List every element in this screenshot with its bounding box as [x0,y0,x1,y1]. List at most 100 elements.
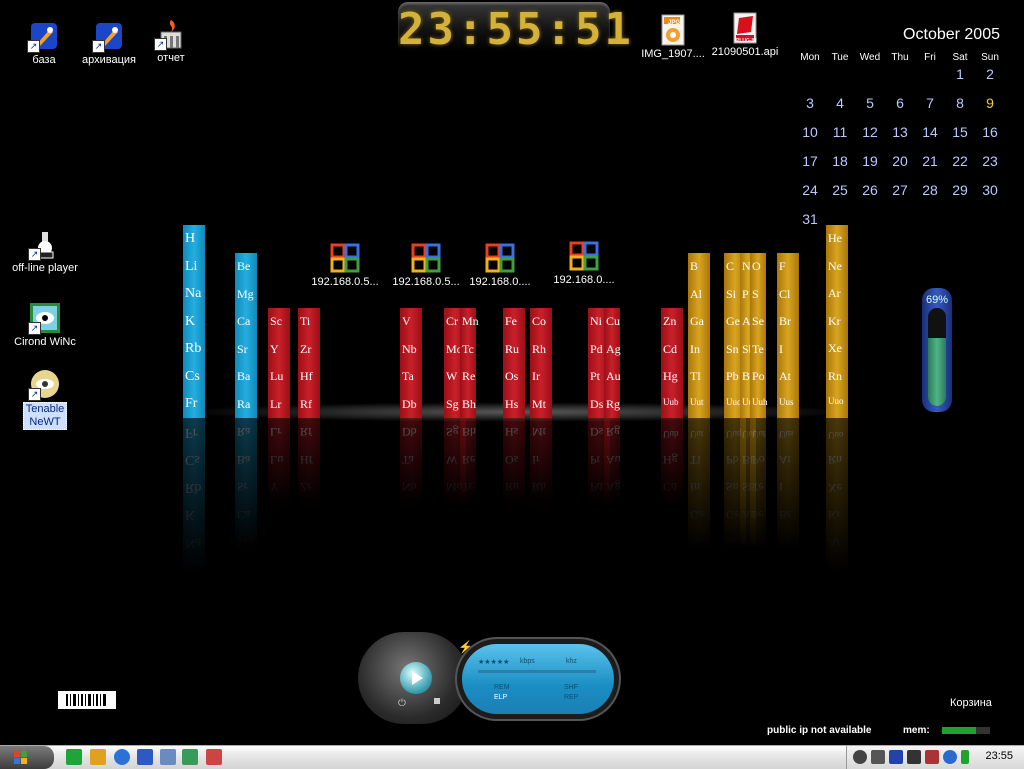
start-button[interactable] [0,746,54,769]
play-button[interactable] [400,662,432,694]
shf-toggle[interactable]: SHF [564,684,578,691]
element-symbol: Ca [237,314,251,328]
media-player-widget[interactable]: ⏻ ⚡ ★★★★★ kbps khz REM ELP SHF REP [358,632,628,724]
player-dial[interactable]: ⏻ [358,632,468,724]
recycle-bin-label[interactable]: Корзина [950,697,992,709]
photo-icon[interactable] [182,749,198,765]
periodic-column[interactable]: Cu Ag Au Rg [604,308,621,418]
k-icon[interactable] [907,750,921,764]
element-symbol-reflection: V [402,508,411,522]
calendar-day[interactable]: 20 [885,153,915,169]
power-icon[interactable]: ⏻ [398,698,406,709]
periodic-column[interactable]: Sc Y Lu Lr [268,308,290,418]
desktop-icon-network-1[interactable]: 192.168.0.5... [309,242,381,289]
periodic-column[interactable]: B Al Ga In Tl Uut [688,253,710,418]
calendar-day[interactable]: 4 [825,95,855,111]
status-icon[interactable] [961,750,969,764]
periodic-column[interactable]: Be Mg Ca Sr Ba Ra [235,253,257,418]
help-icon[interactable] [943,750,957,764]
desktop-icon-api[interactable]: PLUG-IN 21090501.api [710,12,780,59]
periodic-column[interactable]: O S Se Te Po Uuh [750,253,768,418]
calendar-day[interactable]: 24 [795,182,825,198]
calendar-day[interactable]: 1 [945,66,975,82]
calendar-day[interactable]: 3 [795,95,825,111]
network-icon[interactable] [925,750,939,764]
periodic-column[interactable]: Zn Cd Hg Uub [661,308,683,418]
calendar-day[interactable]: 2 [975,66,1005,82]
ie-icon[interactable] [114,749,130,765]
v-icon[interactable] [66,749,82,765]
periodic-column[interactable]: Ti Zr Hf Rf [298,308,320,418]
calendar-widget[interactable]: October 2005 Mon Tue Wed Thu Fri Sat Sun 1 2 3 4 5 6… [790,22,1012,232]
desktop-icon-network-2[interactable]: 192.168.0.5... [390,242,462,289]
rep-toggle[interactable]: REP [564,694,578,701]
volume-icon[interactable] [853,750,867,764]
calendar-day[interactable]: 10 [795,124,825,140]
periodic-column[interactable]: V Nb Ta Db [400,308,422,418]
desktop-icon-img[interactable]: JPG IMG_1907.... [638,14,708,61]
calendar-day[interactable]: 30 [975,182,1005,198]
desktop-icon-label: 192.168.0.5... [392,276,460,288]
speaker-icon[interactable] [871,750,885,764]
calendar-day[interactable]: 23 [975,153,1005,169]
calendar-day[interactable]: 18 [825,153,855,169]
clock-widget[interactable]: 23:55:51 [398,2,631,55]
calendar-day[interactable]: 28 [915,182,945,198]
periodic-column[interactable]: He Ne Ar Kr Xe Rn Uuo [826,225,848,418]
mem-meter-fill [942,727,976,734]
calendar-day[interactable]: 7 [915,95,945,111]
calendar-day[interactable]: 9 [975,95,1005,111]
calendar-day[interactable]: 5 [855,95,885,111]
periodic-column[interactable]: Mn Tc Re Bh [460,308,479,418]
calendar-day[interactable]: 6 [885,95,915,111]
desktop-icon-cirond-winc[interactable]: ↗ Cirond WiNc [10,302,80,349]
kbps-label: kbps [520,658,535,665]
outlook-icon[interactable] [137,749,153,765]
stop-icon[interactable] [434,698,440,704]
calendar-day[interactable]: 31 [795,211,825,227]
calendar-day[interactable]: 8 [945,95,975,111]
calendar-day[interactable]: 26 [855,182,885,198]
calendar-day[interactable]: 12 [855,124,885,140]
desktop-icon-tenable-newt[interactable]: ↗ Tenable NeWT [10,368,80,430]
calendar-day[interactable]: 19 [855,153,885,169]
rating-stars[interactable]: ★★★★★ [478,658,509,666]
desktop-icon-baza[interactable]: ↗ база [9,20,79,67]
elp-toggle[interactable]: ELP [494,694,507,701]
desktop-icon-offline-player[interactable]: ↗ off-line player [10,228,80,275]
gauge-fill [928,338,946,406]
periodic-column[interactable]: H Li Na K Rb Cs Fr [183,225,205,418]
desktop-icon-network-4[interactable]: 192.168.0.... [548,240,620,287]
calendar-day[interactable]: 22 [945,153,975,169]
calendar-day[interactable]: 27 [885,182,915,198]
element-symbol-reflection: Zr [300,480,312,495]
calendar-day[interactable]: 16 [975,124,1005,140]
periodic-column-reflection: F Cl Br I At Uus [777,418,799,583]
element-symbol-reflection: Br [779,508,791,522]
periodic-column[interactable]: F Cl Br I At Uus [777,253,799,418]
desktop-icon-otchet[interactable]: ↗ отчет [136,18,206,65]
calendar-day[interactable]: 25 [825,182,855,198]
element-symbol-reflection: Be [237,563,251,577]
element-symbol-reflection: Ag [606,480,621,495]
calendar-day[interactable]: 29 [945,182,975,198]
calendar-day[interactable]: 15 [945,124,975,140]
rem-toggle[interactable]: REM [494,684,510,691]
periodic-column[interactable]: Co Rh Ir Mt [530,308,552,418]
desktop-icon-arkhivatsiya[interactable]: ↗ архивация [74,20,144,67]
desktop-icon-network-3[interactable]: 192.168.0.... [464,242,536,289]
calendar-day[interactable]: 13 [885,124,915,140]
calendar-day[interactable]: 21 [915,153,945,169]
calendar-day[interactable]: 11 [825,124,855,140]
seek-bar[interactable] [478,670,596,673]
periodic-column[interactable]: Fe Ru Os Hs [503,308,525,418]
battery-icon[interactable] [889,750,903,764]
tools-icon[interactable] [90,749,106,765]
tray-clock[interactable]: 23:55 [985,750,1013,762]
element-symbol-reflection: Rn [828,453,843,468]
calendar-day[interactable]: 17 [795,153,825,169]
app-icon[interactable] [206,749,222,765]
calendar-day[interactable]: 14 [915,124,945,140]
battery-gauge[interactable]: 69% [922,288,952,412]
network-icon[interactable] [160,749,176,765]
